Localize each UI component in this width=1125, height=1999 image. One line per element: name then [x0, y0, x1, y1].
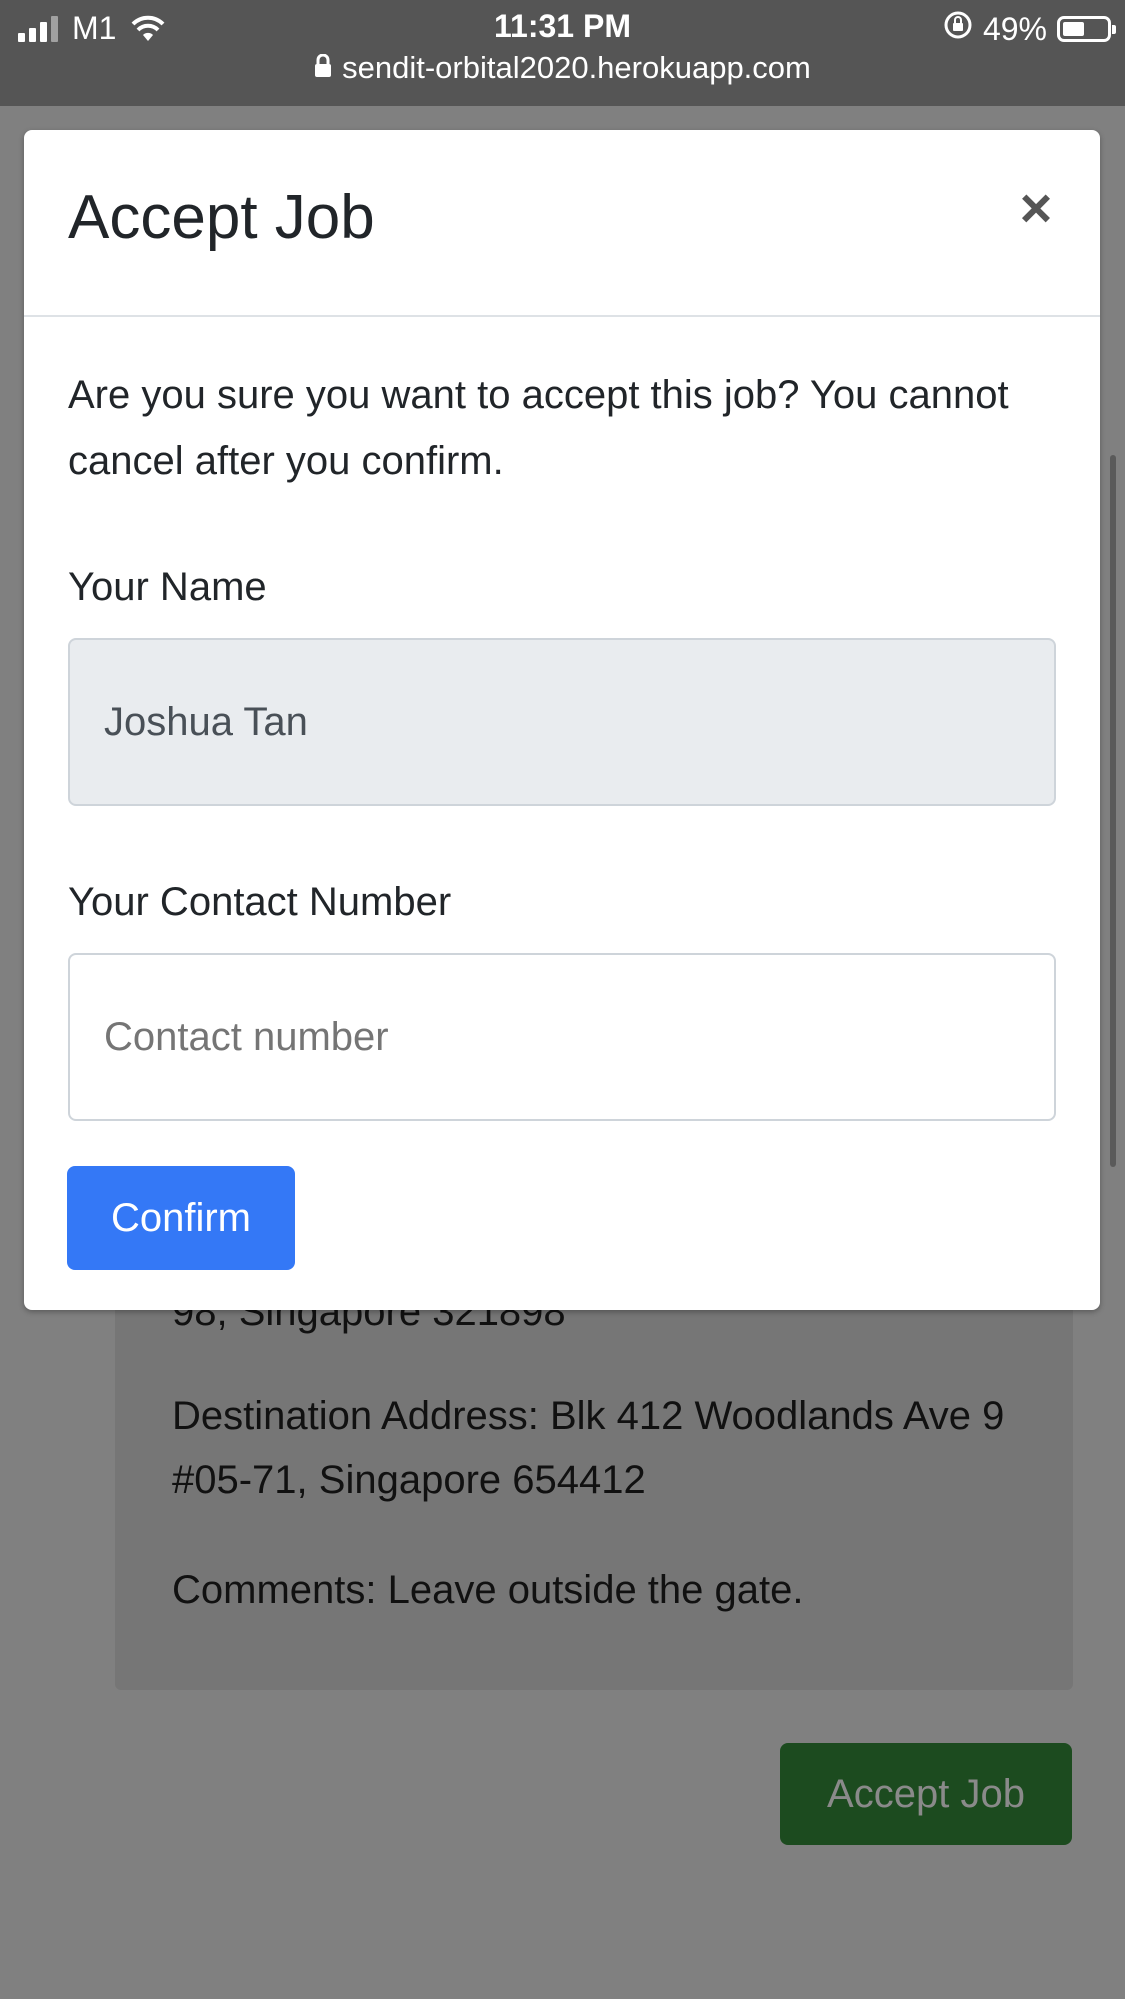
destination-address: Destination Address: Blk 412 Woodlands A… [172, 1394, 1005, 1502]
contact-label: Your Contact Number [68, 880, 452, 924]
status-right: 49% [943, 10, 1116, 48]
browser-top-bar: M1 11:31 PM 49% sendit-orbital2020.herok… [0, 0, 1125, 106]
close-icon[interactable]: × [1008, 180, 1064, 236]
confirmation-message: Are you sure you want to accept this job… [68, 373, 1009, 483]
battery-percent: 49% [982, 10, 1047, 47]
scrollbar[interactable] [1110, 455, 1116, 1167]
accept-job-button: Accept Job [780, 1743, 1072, 1845]
confirm-button[interactable]: Confirm [67, 1166, 295, 1270]
contact-number-input[interactable] [68, 953, 1056, 1121]
url-bar[interactable]: sendit-orbital2020.herokuapp.com [0, 50, 1125, 86]
job-details-card: 98, Singapore 321898 Destination Address… [115, 1280, 1073, 1690]
name-label: Your Name [68, 565, 267, 609]
lock-icon [314, 50, 332, 86]
url-text: sendit-orbital2020.herokuapp.com [342, 50, 811, 85]
name-field[interactable] [68, 638, 1056, 806]
modal-title: Accept Job [68, 183, 375, 252]
modal-header: Accept Job × [24, 130, 1100, 317]
accept-job-modal: Accept Job × Are you sure you want to ac… [24, 130, 1100, 1310]
battery-icon [1057, 16, 1116, 42]
comments: Comments: Leave outside the gate. [172, 1568, 804, 1612]
rotation-lock-icon [943, 10, 973, 48]
